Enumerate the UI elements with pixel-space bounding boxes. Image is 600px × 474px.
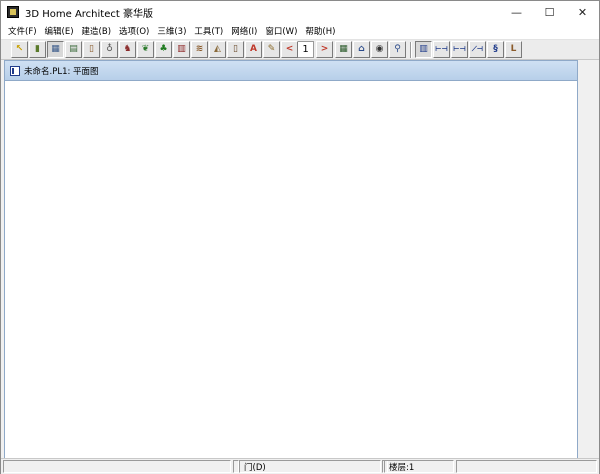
dimension-tool-icon: ✎: [267, 44, 276, 54]
status-pane-tool: 门(D): [239, 460, 381, 473]
tree-tool-icon: ♣: [159, 44, 168, 54]
title-bar: 3D Home Architect 豪华版 — ☐ ✕: [1, 1, 599, 23]
status-pane-extra: [456, 460, 597, 473]
room-tool-button[interactable]: ▦: [47, 41, 64, 58]
status-pane-message: [3, 460, 231, 473]
fixture-tool-button[interactable]: ♁: [101, 41, 118, 58]
cabinet-tool-button[interactable]: ▤: [65, 41, 82, 58]
minimize-button[interactable]: —: [500, 1, 533, 23]
menu-build[interactable]: 建造(B): [78, 25, 115, 37]
select-arrow-icon: ↖: [15, 44, 24, 54]
wall-curved-button[interactable]: §: [487, 41, 504, 58]
app-window: 3D Home Architect 豪华版 — ☐ ✕ 文件(F) 编辑(E) …: [0, 0, 600, 474]
elevation-view-icon: ⌂: [358, 44, 365, 54]
text-tool-icon: A: [250, 44, 257, 54]
menu-file[interactable]: 文件(F): [4, 25, 41, 37]
plan-view-window: 未命名.PL1: 平面图: [4, 60, 578, 459]
select-arrow-button[interactable]: ↖: [11, 41, 28, 58]
next-floor-button[interactable]: >: [316, 41, 333, 58]
plan-view-title-bar[interactable]: 未命名.PL1: 平面图: [5, 61, 577, 81]
zoom-icon: ⚲: [394, 44, 401, 54]
floor-number-display: 1: [297, 41, 314, 58]
wall-dimension-icon: ⊢⊣: [453, 45, 466, 53]
stairs-tool-icon: ≋: [195, 44, 204, 54]
door-tool-button[interactable]: ▯: [83, 41, 100, 58]
wall-tool-icon: ▮: [35, 44, 40, 54]
furniture-tool-icon: ♞: [123, 44, 132, 54]
wall-straight-button[interactable]: ⊢⊣: [433, 41, 450, 58]
wall-dimension-button[interactable]: ⊢⊣: [451, 41, 468, 58]
plan-mode-button[interactable]: ▥: [415, 41, 432, 58]
column-tool-button[interactable]: ▯: [227, 41, 244, 58]
menu-tools[interactable]: 工具(T): [190, 25, 227, 37]
menu-options[interactable]: 选项(O): [115, 25, 153, 37]
status-pane-floor: 楼层:1: [384, 460, 454, 473]
roof-tool-icon: ◭: [214, 44, 221, 54]
window-title: 3D Home Architect 豪华版: [25, 8, 153, 20]
plan-mode-icon: ▥: [419, 44, 428, 54]
plan-document-icon: [10, 65, 20, 76]
cabinet-tool-icon: ▤: [69, 44, 78, 54]
wall-tool-button[interactable]: ▮: [29, 41, 46, 58]
menu-bar: 文件(F) 编辑(E) 建造(B) 选项(O) 三维(3) 工具(T) 网络(I…: [1, 23, 599, 40]
drawing-canvas[interactable]: [5, 82, 577, 458]
plan-view-button[interactable]: ▦: [335, 41, 352, 58]
elevation-view-button[interactable]: ⌂: [353, 41, 370, 58]
menu-edit[interactable]: 编辑(E): [41, 25, 78, 37]
camera-view-icon: ◉: [375, 44, 384, 54]
roof-tool-button[interactable]: ◭: [209, 41, 226, 58]
fireplace-tool-button[interactable]: ▥: [173, 41, 190, 58]
column-tool-icon: ▯: [233, 44, 238, 54]
status-bar: 门(D) 楼层:1: [1, 458, 599, 474]
wall-curved-icon: §: [493, 44, 498, 54]
fireplace-tool-icon: ▥: [177, 44, 186, 54]
toolbar-separator: [410, 42, 412, 58]
workspace-gutter: [578, 60, 599, 459]
text-tool-button[interactable]: A: [245, 41, 262, 58]
previous-floor-button[interactable]: <: [281, 41, 298, 58]
room-tool-icon: ▦: [51, 44, 60, 54]
menu-3d[interactable]: 三维(3): [153, 25, 190, 37]
window-controls: — ☐ ✕: [500, 1, 599, 23]
stairs-tool-button[interactable]: ≋: [191, 41, 208, 58]
close-button[interactable]: ✕: [566, 1, 599, 23]
furniture-tool-button[interactable]: ♞: [119, 41, 136, 58]
wall-l-shape-icon: L: [510, 44, 517, 54]
maximize-button[interactable]: ☐: [533, 1, 566, 23]
fixture-tool-icon: ♁: [106, 44, 113, 54]
dimension-tool-button[interactable]: ✎: [263, 41, 280, 58]
tree-tool-button[interactable]: ♣: [155, 41, 172, 58]
wall-angled-icon: ⟋⊣: [471, 45, 484, 53]
menu-help[interactable]: 帮助(H): [301, 25, 339, 37]
menu-network[interactable]: 网络(I): [227, 25, 261, 37]
landscape-tool-icon: ❦: [141, 44, 150, 54]
zoom-button[interactable]: ⚲: [389, 41, 406, 58]
door-tool-icon: ▯: [89, 44, 94, 54]
plan-view-title: 未命名.PL1: 平面图: [24, 66, 99, 77]
camera-view-button[interactable]: ◉: [371, 41, 388, 58]
plan-view-icon: ▦: [339, 44, 348, 54]
toolbar: 1 ↖ ▮ ▦ ▤ ▯ ♁ ♞ ❦ ♣ ▥ ≋ ◭ ▯ A ✎ < > ▦ ⌂ ◉ ⚲ ▥ ⊢⊣ ⊢⊣ ⟋⊣ § L: [1, 40, 599, 60]
wall-l-shape-button[interactable]: L: [505, 41, 522, 58]
wall-angled-button[interactable]: ⟋⊣: [469, 41, 486, 58]
menu-window[interactable]: 窗口(W): [261, 25, 301, 37]
app-icon: [7, 6, 19, 18]
landscape-tool-button[interactable]: ❦: [137, 41, 154, 58]
wall-straight-icon: ⊢⊣: [435, 45, 448, 53]
